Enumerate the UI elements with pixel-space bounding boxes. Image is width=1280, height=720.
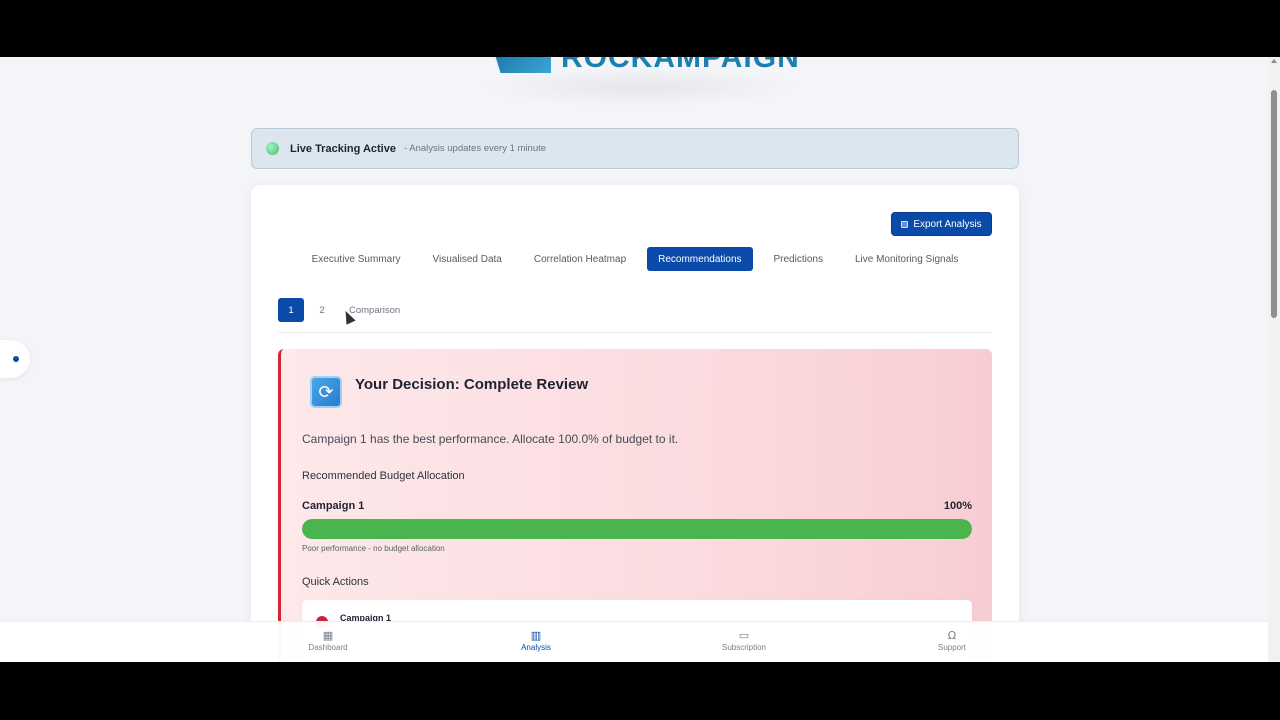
- allocation-percent: 100%: [943, 500, 972, 512]
- nav-subscription-label: Subscription: [721, 643, 767, 652]
- live-tracking-subtitle: - Analysis updates every 1 minute: [403, 143, 547, 154]
- tab-live-monitoring-signals[interactable]: Live Monitoring Signals: [839, 247, 974, 271]
- live-tracking-banner: Live Tracking Active - Analysis updates …: [251, 128, 1019, 169]
- nav-subscription[interactable]: ▭ Subscription: [704, 629, 784, 652]
- allocation-note: Poor performance - no budget allocation: [302, 544, 445, 553]
- tab-visualised-data[interactable]: Visualised Data: [417, 247, 518, 271]
- scrollbar-thumb[interactable]: [1271, 90, 1277, 318]
- tab-executive-summary[interactable]: Executive Summary: [296, 247, 417, 271]
- side-drawer-toggle[interactable]: [0, 340, 30, 378]
- app-viewport: ROCKAMPAIGN Live Tracking Active - Analy…: [0, 57, 1280, 662]
- allocation-heading: Recommended Budget Allocation: [302, 470, 465, 482]
- quick-actions-heading: Quick Actions: [302, 576, 369, 588]
- headphones-icon: Ω: [947, 629, 957, 642]
- subtab-1[interactable]: 1: [278, 298, 304, 322]
- document-icon: [901, 220, 909, 228]
- campaign-subtabs: 1 2 Comparison: [278, 298, 400, 322]
- logo-mark-icon: [495, 57, 551, 73]
- scroll-up-arrow-icon[interactable]: [1271, 59, 1277, 63]
- dot-icon: [13, 356, 19, 362]
- analysis-card: Export Analysis Executive Summary Visual…: [251, 185, 1019, 662]
- nav-dashboard[interactable]: ▦ Dashboard: [288, 629, 368, 652]
- bottom-navigation: ▦ Dashboard ▥ Analysis ▭ Subscription Ω …: [0, 621, 1280, 662]
- tab-recommendations[interactable]: Recommendations: [647, 247, 753, 271]
- brand-logo[interactable]: ROCKAMPAIGN: [495, 57, 800, 74]
- nav-analysis-label: Analysis: [521, 643, 551, 652]
- decision-text: Campaign 1 has the best performance. All…: [302, 432, 679, 446]
- grid-icon: ▦: [322, 629, 334, 642]
- refresh-icon: ⟳: [310, 376, 342, 408]
- subtab-comparison[interactable]: Comparison: [349, 298, 400, 322]
- decision-title: Your Decision: Complete Review: [355, 376, 589, 393]
- bar-chart-icon: ▥: [530, 629, 542, 642]
- nav-analysis[interactable]: ▥ Analysis: [496, 629, 576, 652]
- allocation-progress-bar: [302, 519, 972, 539]
- analysis-tabs: Executive Summary Visualised Data Correl…: [251, 247, 1019, 271]
- allocation-campaign-name: Campaign 1: [302, 500, 365, 512]
- decision-panel: ⟳ Your Decision: Complete Review Campaig…: [278, 349, 992, 662]
- nav-support-label: Support: [937, 643, 967, 652]
- credit-card-icon: ▭: [738, 629, 750, 642]
- logo-wordmark: ROCKAMPAIGN: [561, 57, 800, 74]
- live-tracking-title: Live Tracking Active: [290, 142, 396, 155]
- live-status-dot-icon: [266, 142, 279, 155]
- subtabs-divider: [278, 332, 992, 333]
- nav-support[interactable]: Ω Support: [912, 629, 992, 652]
- nav-dashboard-label: Dashboard: [308, 643, 348, 652]
- allocation-progress-fill: [302, 519, 972, 539]
- tab-correlation-heatmap[interactable]: Correlation Heatmap: [518, 247, 642, 271]
- tab-predictions[interactable]: Predictions: [758, 247, 839, 271]
- export-analysis-label: Export Analysis: [913, 218, 982, 230]
- subtab-2[interactable]: 2: [315, 298, 329, 322]
- allocation-row: Campaign 1 100%: [302, 500, 972, 512]
- export-analysis-button[interactable]: Export Analysis: [891, 212, 992, 236]
- page-scrollbar[interactable]: [1268, 57, 1280, 662]
